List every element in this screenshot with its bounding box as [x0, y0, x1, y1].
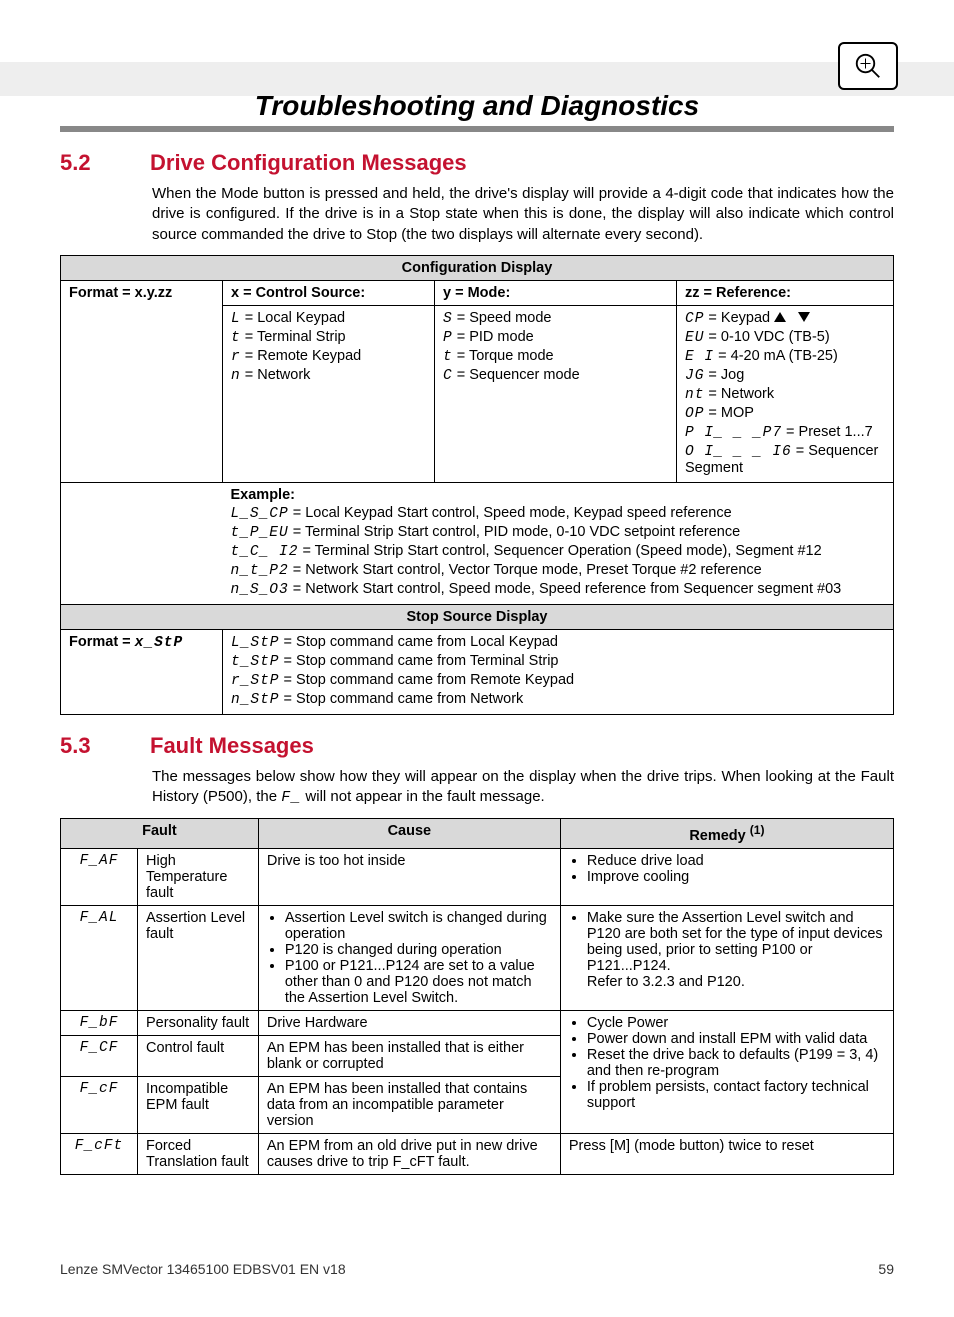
cfg-format-label: Format = x.y.zz — [61, 280, 223, 482]
cfg-examples: Example: L_S_CP = Local Keypad Start con… — [223, 482, 894, 604]
chapter-title-bar: Troubleshooting and Diagnostics — [60, 90, 894, 132]
section-5-3-heading: 5.3Fault Messages — [60, 733, 894, 759]
page-footer: Lenze SMVector 13465100 EDBSV01 EN v18 5… — [60, 1261, 894, 1277]
fault-messages-table: Fault Cause Remedy (1) F_AF High Tempera… — [60, 818, 894, 1175]
cfg-header: Configuration Display — [61, 255, 894, 280]
cause-col-header: Cause — [258, 819, 560, 849]
table-row: F_AL Assertion Level fault Assertion Lev… — [61, 906, 894, 1011]
cfg-x-values: L = Local Keypad t = Terminal Strip r = … — [223, 305, 435, 482]
footer-document-id: Lenze SMVector 13465100 EDBSV01 EN v18 — [60, 1261, 346, 1277]
table-row: F_bF Personality fault Drive Hardware Cy… — [61, 1011, 894, 1036]
stop-source-header: Stop Source Display — [61, 604, 894, 629]
cfg-x-header: x = Control Source: — [223, 280, 435, 305]
triangle-up-icon — [774, 312, 786, 322]
stop-source-values: L_StP = Stop command came from Local Key… — [223, 629, 894, 714]
magnifier-icon — [838, 42, 898, 90]
cfg-zz-header: zz = Reference: — [677, 280, 894, 305]
triangle-down-icon — [798, 312, 810, 322]
footer-page-number: 59 — [878, 1261, 894, 1277]
chapter-title: Troubleshooting and Diagnostics — [60, 90, 894, 122]
remedy-col-header: Remedy (1) — [560, 819, 893, 849]
table-row: F_cFt Forced Translation fault An EPM fr… — [61, 1134, 894, 1175]
cfg-y-header: y = Mode: — [435, 280, 677, 305]
section-5-3-intro: The messages below show how they will ap… — [152, 767, 894, 809]
cfg-zz-values: CP = Keypad EU = 0-10 VDC (TB-5) E I = 4… — [677, 305, 894, 482]
configuration-display-table: Configuration Display Format = x.y.zz x … — [60, 255, 894, 715]
section-5-2-heading: 5.2Drive Configuration Messages — [60, 150, 894, 176]
table-row: F_AF High Temperature fault Drive is too… — [61, 849, 894, 906]
fault-col-header: Fault — [61, 819, 259, 849]
cfg-y-values: S = Speed mode P = PID mode t = Torque m… — [435, 305, 677, 482]
section-5-2-intro: When the Mode button is pressed and held… — [152, 184, 894, 245]
stop-format-label: Format = x_StP — [61, 629, 223, 714]
